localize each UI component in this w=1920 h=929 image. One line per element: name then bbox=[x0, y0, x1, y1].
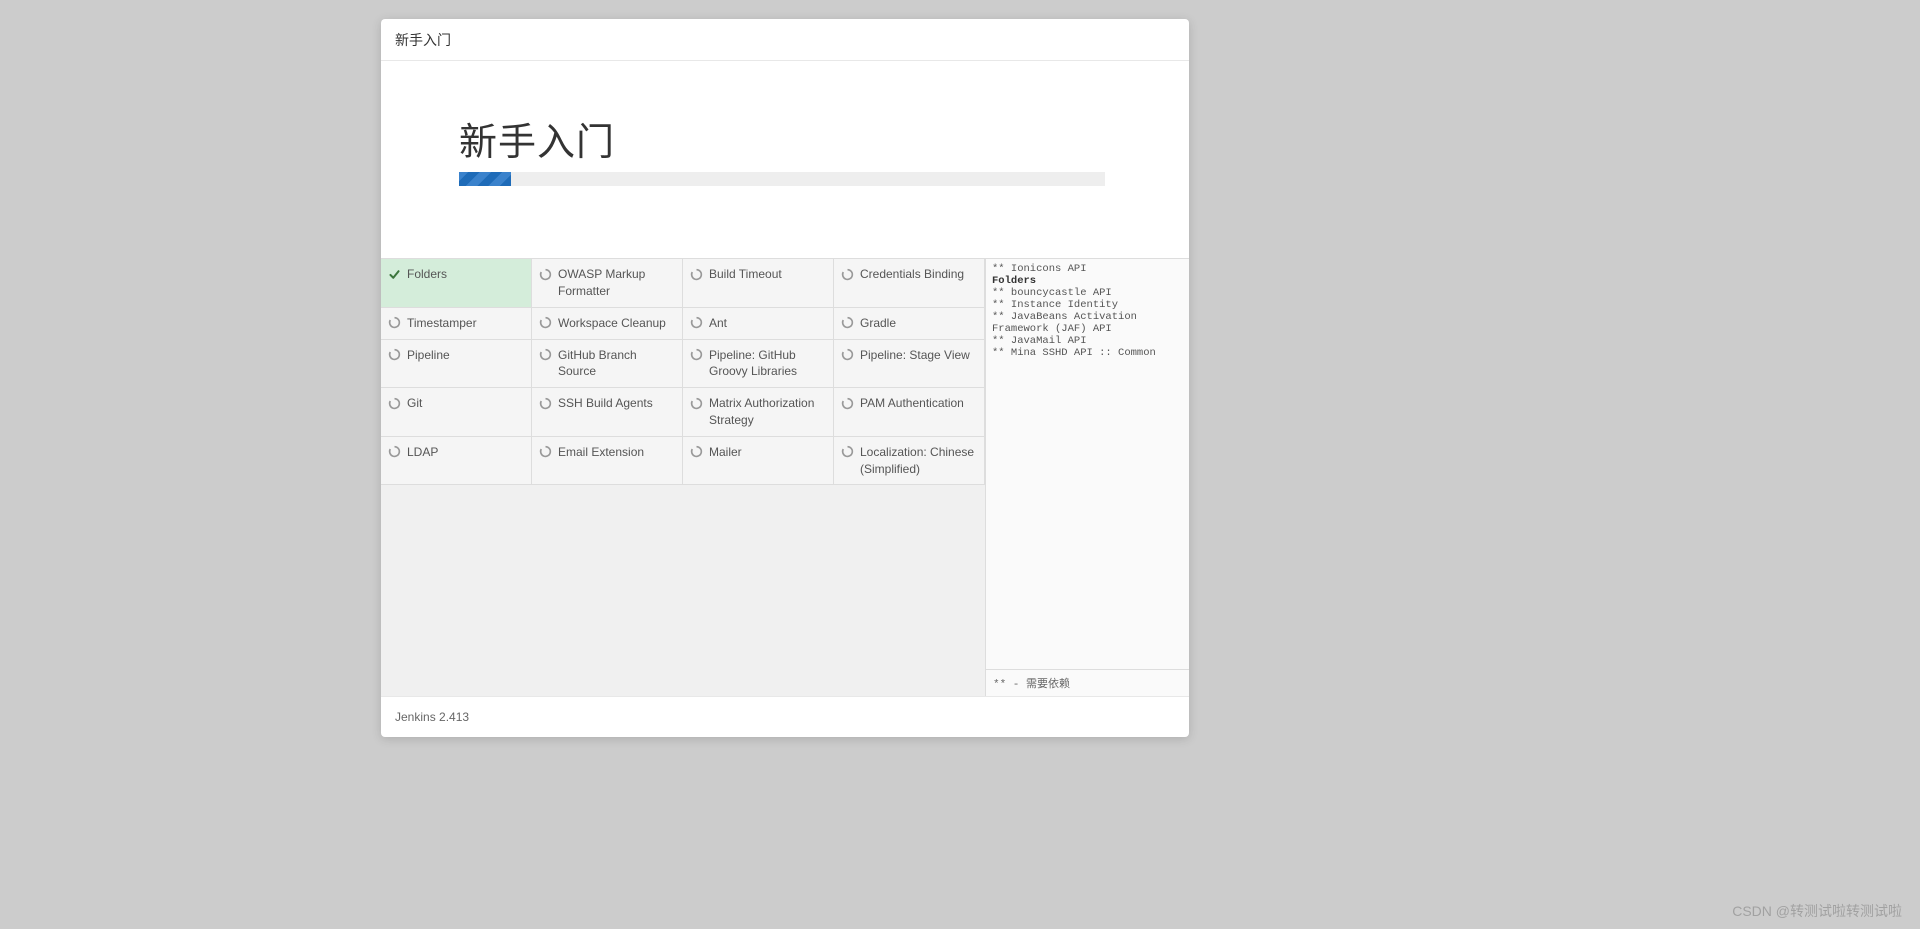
spinner-icon bbox=[689, 348, 703, 362]
spinner-icon bbox=[840, 316, 854, 330]
plugin-cell: Timestamper bbox=[381, 308, 532, 340]
spinner-icon bbox=[689, 445, 703, 459]
plugin-cell: Pipeline bbox=[381, 340, 532, 389]
plugin-cell: LDAP bbox=[381, 437, 532, 486]
plugin-label: OWASP Markup Formatter bbox=[558, 266, 676, 300]
plugin-label: Pipeline: GitHub Groovy Libraries bbox=[709, 347, 827, 381]
plugin-label: Pipeline bbox=[407, 347, 450, 364]
plugin-label: Ant bbox=[709, 315, 727, 332]
install-log-panel: ** Ionicons APIFolders** bouncycastle AP… bbox=[985, 259, 1189, 696]
modal-header: 新手入门 bbox=[381, 19, 1189, 61]
progress-fill bbox=[459, 172, 511, 186]
plugin-label: Build Timeout bbox=[709, 266, 782, 283]
log-line: ** Ionicons API bbox=[992, 263, 1183, 275]
spinner-icon bbox=[538, 396, 552, 410]
log-line: ** Instance Identity bbox=[992, 299, 1183, 311]
spinner-icon bbox=[387, 396, 401, 410]
plugin-label: GitHub Branch Source bbox=[558, 347, 676, 381]
watermark: CSDN @转测试啦转测试啦 bbox=[1732, 901, 1902, 921]
content-area: Folders OWASP Markup Formatter Build Timeo… bbox=[381, 258, 1189, 696]
plugin-label: Gradle bbox=[860, 315, 896, 332]
install-log: ** Ionicons APIFolders** bouncycastle AP… bbox=[986, 259, 1189, 669]
plugin-label: Folders bbox=[407, 266, 447, 283]
plugin-label: Email Extension bbox=[558, 444, 644, 461]
spinner-icon bbox=[387, 316, 401, 330]
plugin-label: Workspace Cleanup bbox=[558, 315, 666, 332]
spinner-icon bbox=[387, 348, 401, 362]
spinner-icon bbox=[538, 267, 552, 281]
setup-wizard-modal: 新手入门 新手入门 Folders OWASP Markup Formatter B… bbox=[381, 19, 1189, 737]
plugin-cell: Matrix Authorization Strategy bbox=[683, 388, 834, 437]
plugin-cell: Email Extension bbox=[532, 437, 683, 486]
log-line: Folders bbox=[992, 275, 1183, 287]
plugin-cell: Git bbox=[381, 388, 532, 437]
plugin-label: Pipeline: Stage View bbox=[860, 347, 970, 364]
plugin-cell: Ant bbox=[683, 308, 834, 340]
plugin-label: SSH Build Agents bbox=[558, 395, 653, 412]
log-footer: ** - 需要依赖 bbox=[986, 669, 1189, 696]
log-line: ** JavaMail API bbox=[992, 335, 1183, 347]
spinner-icon bbox=[840, 267, 854, 281]
version-label: Jenkins 2.413 bbox=[395, 710, 469, 724]
spinner-icon bbox=[689, 316, 703, 330]
plugin-label: Git bbox=[407, 395, 422, 412]
modal-title: 新手入门 bbox=[395, 32, 451, 48]
plugin-label: Matrix Authorization Strategy bbox=[709, 395, 827, 429]
plugin-label: Timestamper bbox=[407, 315, 477, 332]
plugin-cell: Build Timeout bbox=[683, 259, 834, 308]
spinner-icon bbox=[387, 445, 401, 459]
plugin-cell: Pipeline: GitHub Groovy Libraries bbox=[683, 340, 834, 389]
plugins-grid: Folders OWASP Markup Formatter Build Timeo… bbox=[381, 259, 985, 696]
plugin-cell: Workspace Cleanup bbox=[532, 308, 683, 340]
spinner-icon bbox=[689, 396, 703, 410]
plugin-cell: Localization: Chinese (Simplified) bbox=[834, 437, 985, 486]
plugin-label: Mailer bbox=[709, 444, 742, 461]
log-line: ** Mina SSHD API :: Common bbox=[992, 347, 1183, 359]
spinner-icon bbox=[538, 445, 552, 459]
plugin-cell: Credentials Binding bbox=[834, 259, 985, 308]
check-icon bbox=[387, 267, 401, 281]
plugin-label: Credentials Binding bbox=[860, 266, 964, 283]
modal-footer: Jenkins 2.413 bbox=[381, 696, 1189, 737]
plugin-cell: Pipeline: Stage View bbox=[834, 340, 985, 389]
progress-bar bbox=[459, 172, 1105, 186]
plugin-cell: OWASP Markup Formatter bbox=[532, 259, 683, 308]
spinner-icon bbox=[689, 267, 703, 281]
plugin-label: Localization: Chinese (Simplified) bbox=[860, 444, 978, 478]
spinner-icon bbox=[538, 348, 552, 362]
plugin-label: LDAP bbox=[407, 444, 438, 461]
page-title: 新手入门 bbox=[459, 111, 1111, 166]
hero-section: 新手入门 bbox=[381, 61, 1189, 258]
spinner-icon bbox=[840, 348, 854, 362]
plugin-cell: SSH Build Agents bbox=[532, 388, 683, 437]
plugin-cell: GitHub Branch Source bbox=[532, 340, 683, 389]
plugin-label: PAM Authentication bbox=[860, 395, 964, 412]
log-line: ** bouncycastle API bbox=[992, 287, 1183, 299]
plugin-cell: Gradle bbox=[834, 308, 985, 340]
plugin-cell: Folders bbox=[381, 259, 532, 308]
plugin-cell: PAM Authentication bbox=[834, 388, 985, 437]
spinner-icon bbox=[538, 316, 552, 330]
spinner-icon bbox=[840, 445, 854, 459]
spinner-icon bbox=[840, 396, 854, 410]
plugin-cell: Mailer bbox=[683, 437, 834, 486]
log-line: ** JavaBeans Activation Framework (JAF) … bbox=[992, 311, 1183, 335]
